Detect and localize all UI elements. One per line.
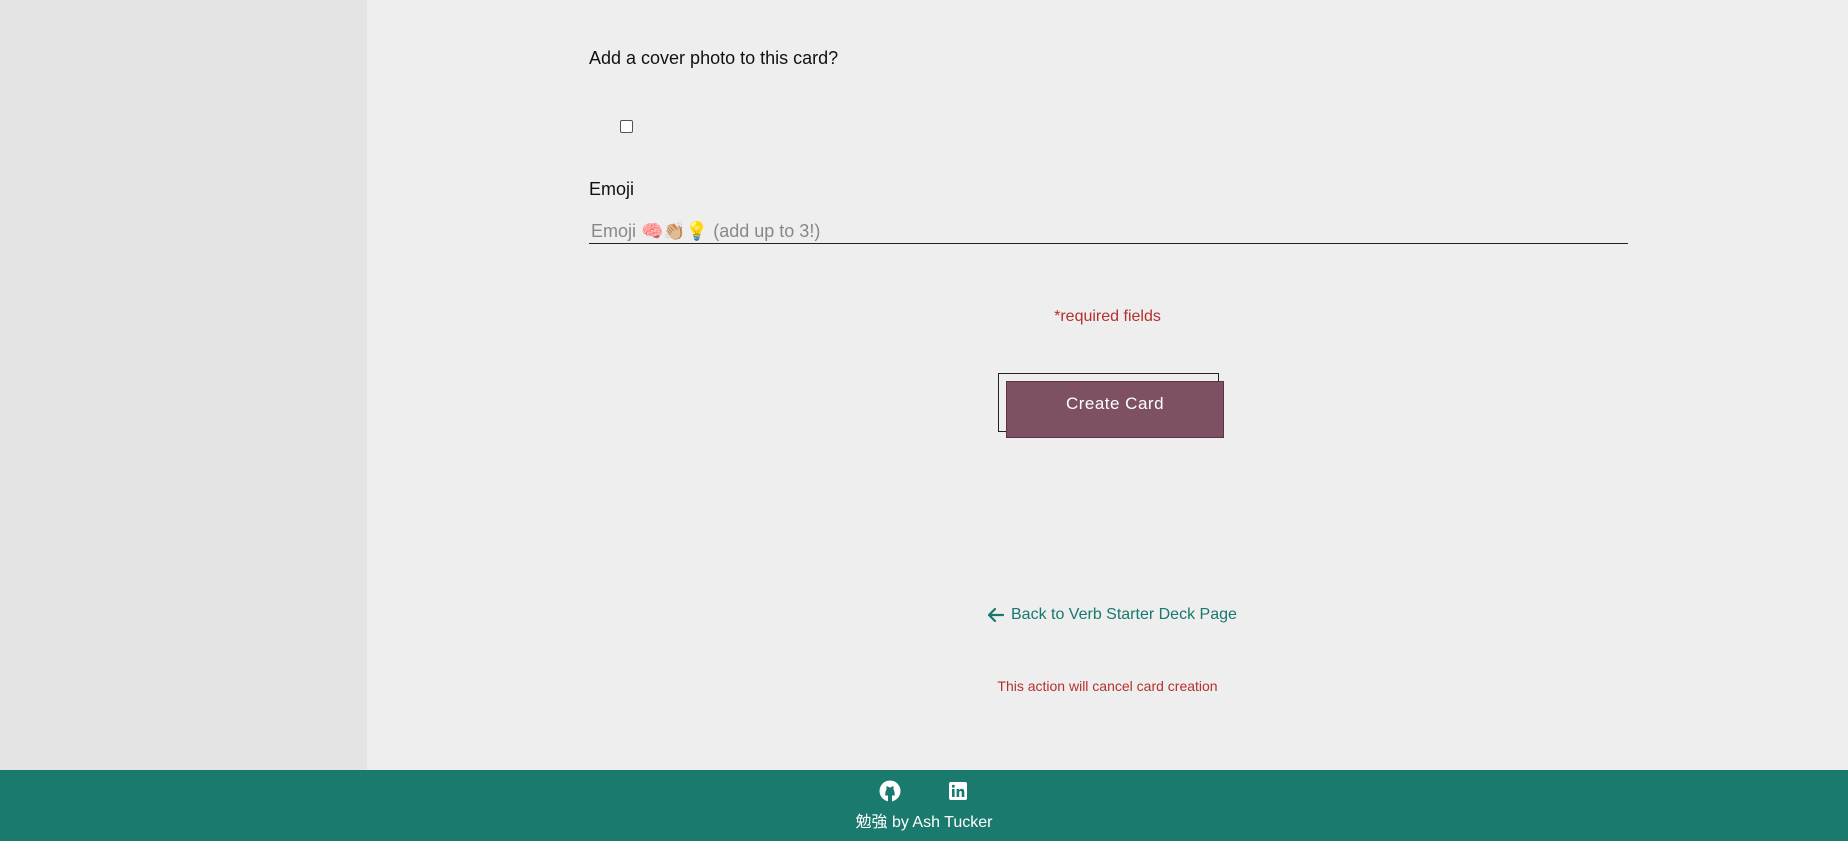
- left-sidebar: [0, 0, 367, 770]
- github-icon[interactable]: [879, 780, 901, 802]
- create-card-button-wrapper: Create Card: [998, 373, 1224, 438]
- back-link-label: Back to Verb Starter Deck Page: [1011, 606, 1237, 623]
- linkedin-icon[interactable]: [947, 780, 969, 802]
- cover-photo-label: Add a cover photo to this card?: [589, 48, 839, 68]
- cancel-note-row: This action will cancel card creation: [0, 678, 1848, 696]
- required-fields-note: *required fields: [1054, 308, 1161, 325]
- arrow-left-icon: [987, 606, 1005, 624]
- footer-social-links: [0, 780, 1848, 802]
- cancel-warning: This action will cancel card creation: [997, 678, 1218, 694]
- required-fields-note-row: *required fields: [0, 308, 1848, 326]
- back-to-deck-link[interactable]: Back to Verb Starter Deck Page: [987, 604, 1237, 626]
- emoji-input[interactable]: [589, 219, 1628, 244]
- emoji-label: Emoji: [589, 179, 635, 199]
- footer: 勉強 by Ash Tucker: [0, 770, 1848, 841]
- cover-photo-checkbox[interactable]: [620, 120, 633, 133]
- footer-credit: 勉強 by Ash Tucker: [855, 814, 993, 831]
- create-card-button[interactable]: Create Card: [1006, 381, 1224, 438]
